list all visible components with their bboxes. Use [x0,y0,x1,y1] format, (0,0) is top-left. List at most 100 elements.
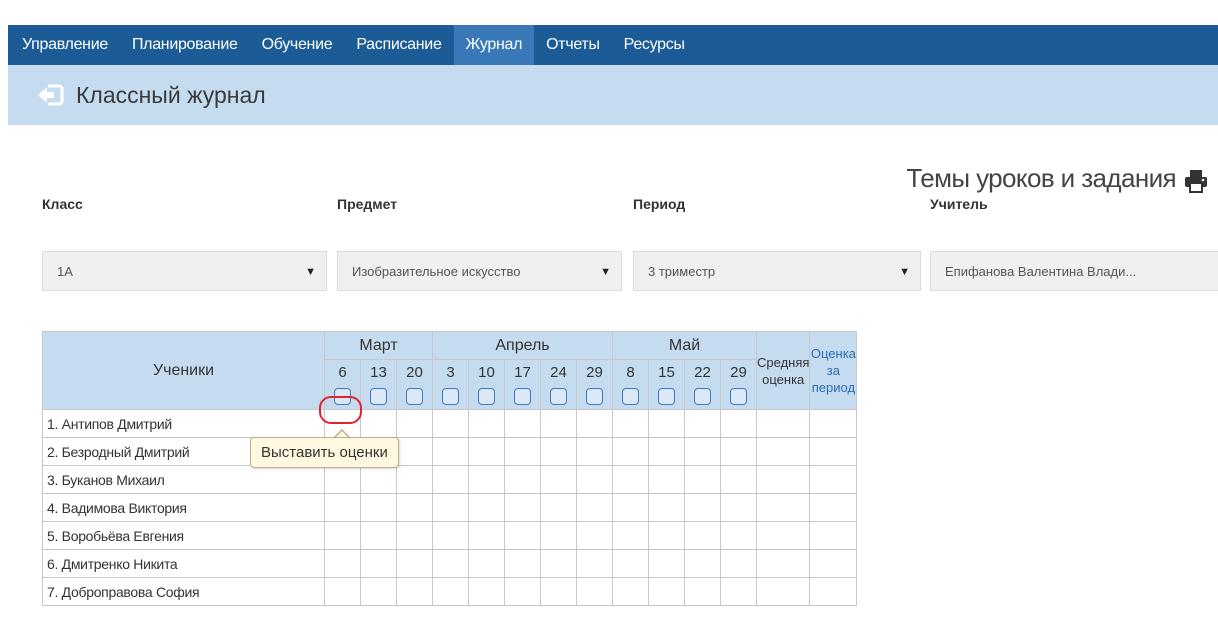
period-grade-header[interactable]: Оценка за период [809,331,858,410]
grade-cell[interactable] [648,577,685,606]
grade-cell[interactable] [324,521,361,550]
set-grades-checkbox[interactable] [360,384,397,410]
student-name[interactable]: 1. Антипов Дмитрий [42,409,325,438]
printer-icon[interactable] [1182,168,1210,194]
set-grades-checkbox[interactable] [504,384,541,410]
student-name[interactable]: 5. Воробьёва Евгения [42,521,325,550]
grade-cell[interactable] [540,549,577,578]
student-name[interactable]: 6. Дмитренко Никита [42,549,325,578]
grade-cell[interactable] [540,493,577,522]
grade-cell[interactable] [432,493,469,522]
grade-cell[interactable] [324,577,361,606]
grade-cell[interactable] [360,409,397,438]
grade-cell[interactable] [324,465,361,494]
set-grades-checkbox[interactable] [540,384,577,410]
grade-cell[interactable] [648,437,685,466]
grade-cell[interactable] [684,549,721,578]
checkbox-icon[interactable] [730,388,747,406]
grade-cell[interactable] [612,493,649,522]
checkbox-icon[interactable] [370,388,387,406]
grade-cell[interactable] [684,521,721,550]
grade-cell[interactable] [396,437,433,466]
grade-cell[interactable] [468,493,505,522]
grade-cell[interactable] [720,577,757,606]
grade-cell[interactable] [576,577,613,606]
grade-cell[interactable] [360,577,397,606]
checkbox-icon[interactable] [550,388,567,406]
set-grades-checkbox[interactable] [432,384,469,410]
grade-cell[interactable] [468,409,505,438]
grade-cell[interactable] [684,465,721,494]
grade-cell[interactable] [324,549,361,578]
set-grades-checkbox[interactable] [468,384,505,410]
grade-cell[interactable] [432,521,469,550]
set-grades-checkbox[interactable] [576,384,613,410]
grade-cell[interactable] [432,577,469,606]
grade-cell[interactable] [720,437,757,466]
grade-cell[interactable] [612,549,649,578]
grade-cell[interactable] [576,437,613,466]
teacher-select[interactable]: Епифанова Валентина Влади... [930,251,1218,291]
grade-cell[interactable] [504,577,541,606]
grade-cell[interactable] [468,437,505,466]
nav-item-management[interactable]: Управление [8,25,120,65]
grade-cell[interactable] [684,437,721,466]
student-name[interactable]: 7. Доброправова София [42,577,325,606]
grade-cell[interactable] [612,521,649,550]
student-name[interactable]: 3. Буканов Михаил [42,465,325,494]
checkbox-icon[interactable] [658,388,675,406]
grade-cell[interactable] [612,409,649,438]
grade-cell[interactable] [684,409,721,438]
grade-cell[interactable] [720,549,757,578]
grade-cell[interactable] [540,577,577,606]
grade-cell[interactable] [468,549,505,578]
grade-cell[interactable] [468,465,505,494]
grade-cell[interactable] [396,577,433,606]
grade-cell[interactable] [504,465,541,494]
grade-cell[interactable] [612,465,649,494]
grade-cell[interactable] [432,465,469,494]
grade-cell[interactable] [396,549,433,578]
set-grades-checkbox[interactable] [324,384,361,410]
nav-item-schedule[interactable]: Расписание [344,25,453,65]
grade-cell[interactable] [468,577,505,606]
grade-cell[interactable] [648,521,685,550]
nav-item-reports[interactable]: Отчеты [534,25,612,65]
class-select[interactable]: 1А ▼ [42,251,327,291]
set-grades-checkbox[interactable] [396,384,433,410]
checkbox-icon[interactable] [334,388,351,406]
set-grades-checkbox[interactable] [684,384,721,410]
checkbox-icon[interactable] [622,388,639,406]
set-grades-checkbox[interactable] [612,384,649,410]
grade-cell[interactable] [324,493,361,522]
grade-cell[interactable] [576,549,613,578]
grade-cell[interactable] [576,521,613,550]
grade-cell[interactable] [684,493,721,522]
grade-cell[interactable] [648,409,685,438]
checkbox-icon[interactable] [514,388,531,406]
grade-cell[interactable] [648,549,685,578]
grade-cell[interactable] [684,577,721,606]
grade-cell[interactable] [360,549,397,578]
grade-cell[interactable] [504,521,541,550]
grade-cell[interactable] [432,409,469,438]
grade-cell[interactable] [576,409,613,438]
nav-item-resources[interactable]: Ресурсы [612,25,697,65]
checkbox-icon[interactable] [694,388,711,406]
grade-cell[interactable] [468,521,505,550]
grade-cell[interactable] [648,465,685,494]
student-name[interactable]: 4. Вадимова Виктория [42,493,325,522]
grade-cell[interactable] [540,409,577,438]
grade-cell[interactable] [360,465,397,494]
set-grades-checkbox[interactable] [720,384,757,410]
grade-cell[interactable] [432,549,469,578]
grade-cell[interactable] [360,521,397,550]
grade-cell[interactable] [648,493,685,522]
nav-item-learning[interactable]: Обучение [250,25,345,65]
grade-cell[interactable] [540,521,577,550]
subject-select[interactable]: Изобразительное искусство ▼ [337,251,622,291]
grade-cell[interactable] [396,521,433,550]
grade-cell[interactable] [396,493,433,522]
grade-cell[interactable] [576,493,613,522]
grade-cell[interactable] [396,409,433,438]
